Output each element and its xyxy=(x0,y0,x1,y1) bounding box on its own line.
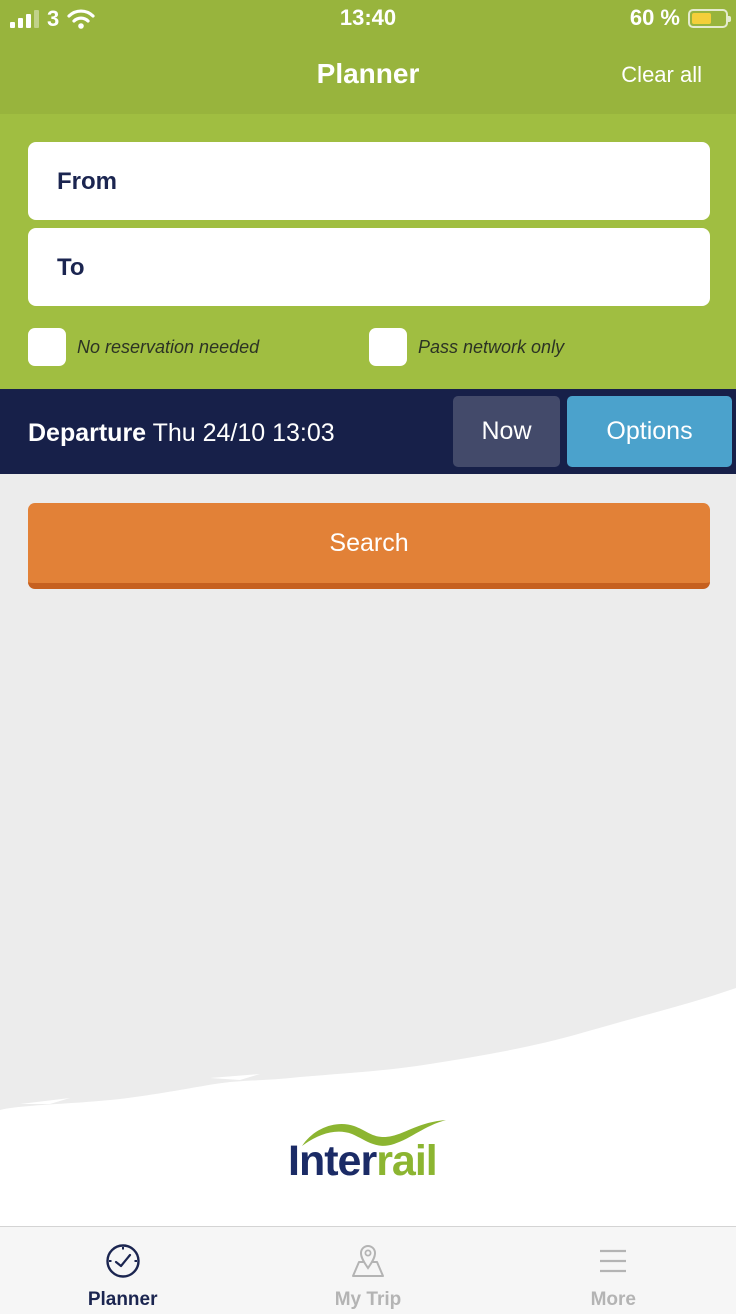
battery-percent: 60 % xyxy=(629,5,680,30)
pass-network-label: Pass network only xyxy=(418,336,565,357)
logo-text-inter: Inter xyxy=(288,1137,377,1185)
now-button[interactable]: Now xyxy=(453,396,560,467)
to-label: To xyxy=(57,254,85,281)
departure-value: Thu 24/10 13:03 xyxy=(152,419,335,447)
status-bar: 3 13:40 60 % xyxy=(0,0,736,34)
planner-form: From To No reservation needed Pass netwo… xyxy=(0,114,736,389)
menu-icon xyxy=(598,1241,628,1281)
tab-more-label: More xyxy=(590,1289,637,1310)
departure-label: Departure xyxy=(28,419,147,447)
from-field[interactable]: From xyxy=(28,142,710,220)
brush-stroke-background xyxy=(0,988,736,1230)
pass-network-option: Pass network only xyxy=(369,328,564,366)
logo-text: Interrail xyxy=(288,1137,438,1186)
clock-icon xyxy=(105,1241,141,1281)
search-button[interactable]: Search xyxy=(28,503,710,589)
no-reservation-option: No reservation needed xyxy=(28,328,259,366)
battery-fill xyxy=(692,12,712,24)
to-field[interactable]: To xyxy=(28,228,710,306)
no-reservation-label: No reservation needed xyxy=(77,336,260,357)
nav-bar: Planner Clear all xyxy=(0,34,736,114)
tab-planner[interactable]: Planner xyxy=(0,1227,245,1314)
no-reservation-checkbox[interactable] xyxy=(28,328,66,366)
tab-my-trip[interactable]: My Trip xyxy=(245,1227,490,1314)
status-time: 13:40 xyxy=(339,5,397,30)
departure-bar: Departure Thu 24/10 13:03 Now Options xyxy=(0,389,736,474)
status-right: 60 % xyxy=(629,5,731,31)
battery-icon xyxy=(688,8,731,28)
tab-more[interactable]: More xyxy=(491,1227,736,1314)
tab-planner-label: Planner xyxy=(87,1289,158,1310)
pass-network-checkbox[interactable] xyxy=(369,328,407,366)
map-pin-icon xyxy=(349,1241,387,1281)
departure-display[interactable]: Departure Thu 24/10 13:03 xyxy=(28,419,335,448)
options-button[interactable]: Options xyxy=(567,396,732,467)
tab-bar: Planner My Trip More xyxy=(0,1226,736,1314)
tab-my-trip-label: My Trip xyxy=(334,1289,402,1310)
from-label: From xyxy=(57,168,117,195)
logo-text-rail: rail xyxy=(376,1137,438,1185)
interrail-logo: Interrail xyxy=(288,1114,448,1188)
clear-all-button[interactable]: Clear all xyxy=(621,62,702,88)
